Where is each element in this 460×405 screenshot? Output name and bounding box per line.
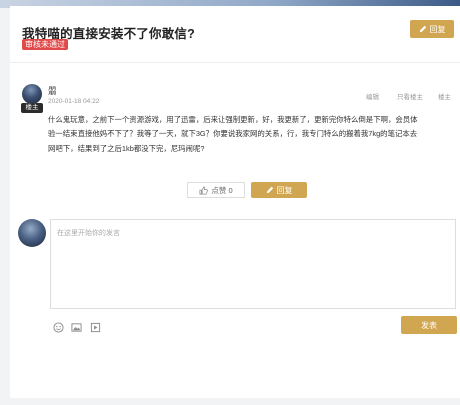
submit-button-label: 发表 [421, 320, 437, 330]
reply-button-post[interactable]: 回复 [251, 182, 307, 198]
post-content: 什么鬼玩意，之前下一个资源游戏，用了迅雷，后来让强制更新，好，我更新了，更新完你… [48, 115, 418, 153]
reply-editor[interactable] [50, 219, 456, 309]
reply-button-label: 回复 [429, 24, 446, 34]
status-badge: 审核未通过 [22, 39, 68, 50]
video-icon[interactable] [90, 322, 101, 333]
floor-label: 楼主 [438, 94, 451, 101]
submit-button[interactable]: 发表 [401, 316, 457, 334]
page-bottom-edge [0, 398, 460, 405]
reply-button-label: 回复 [276, 185, 293, 195]
edit-link[interactable]: 编辑 [366, 91, 379, 101]
emoji-icon[interactable] [53, 322, 64, 333]
author-name[interactable]: 朤 [48, 85, 57, 97]
header-divider [10, 62, 460, 63]
thumbs-up-icon [199, 186, 209, 194]
host-only-link[interactable]: 只看楼主 [397, 91, 423, 101]
edit-icon [266, 186, 273, 194]
reply-button-top[interactable]: 回复 [410, 20, 454, 38]
host-tag: 楼主 [21, 103, 43, 113]
post-date: 2020-01-18 04:22 [48, 98, 100, 105]
image-icon[interactable] [71, 322, 82, 333]
like-button[interactable]: 点赞 0 [187, 182, 245, 198]
thread-panel: 我特喵的直接安装不了你敢信? 审核未通过 回复 楼主 朤 2020-01-18 … [10, 6, 460, 398]
author-avatar[interactable] [22, 84, 42, 104]
like-label: 点赞 0 [211, 185, 233, 195]
edit-icon [419, 25, 426, 33]
current-user-avatar [18, 219, 46, 247]
